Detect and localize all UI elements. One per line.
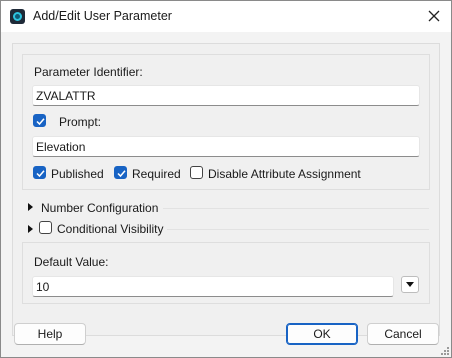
conditional-visibility-label[interactable]: Conditional Visibility <box>57 222 164 236</box>
section-divider <box>167 229 429 230</box>
resize-grip-icon[interactable] <box>440 346 450 356</box>
prompt-input[interactable]: Elevation <box>32 136 420 157</box>
required-checkbox[interactable] <box>114 166 127 179</box>
required-label: Required <box>132 167 181 181</box>
dialog-window: Add/Edit User Parameter Parameter Identi… <box>0 0 452 358</box>
dialog-body: Parameter Identifier: ZVALATTR Prompt: E… <box>1 32 451 357</box>
checkmark-icon <box>36 170 45 178</box>
prompt-checkbox[interactable] <box>33 114 46 127</box>
disable-attribute-checkbox[interactable] <box>190 166 203 179</box>
published-checkbox[interactable] <box>33 166 46 179</box>
prompt-label: Prompt: <box>59 115 102 129</box>
checkmark-icon <box>36 118 45 126</box>
close-button[interactable] <box>421 4 447 28</box>
help-button[interactable]: Help <box>14 323 86 345</box>
parameter-identifier-input[interactable]: ZVALATTR <box>32 85 420 106</box>
expand-triangle-icon[interactable] <box>28 225 33 233</box>
window-title: Add/Edit User Parameter <box>33 9 172 23</box>
disable-attribute-label: Disable Attribute Assignment <box>208 167 361 181</box>
ok-button[interactable]: OK <box>286 323 358 345</box>
expand-triangle-icon[interactable] <box>28 203 33 211</box>
checkmark-icon <box>117 170 126 178</box>
conditional-visibility-checkbox[interactable] <box>39 221 52 234</box>
close-icon <box>428 10 440 22</box>
section-divider <box>163 208 429 209</box>
default-value-dropdown-button[interactable] <box>401 276 419 293</box>
cancel-button[interactable]: Cancel <box>367 323 439 345</box>
default-value-label: Default Value: <box>34 255 109 269</box>
number-configuration-label[interactable]: Number Configuration <box>41 201 158 215</box>
default-value-input[interactable]: 10 <box>32 276 394 297</box>
title-bar[interactable]: Add/Edit User Parameter <box>1 1 451 32</box>
published-label: Published <box>51 167 104 181</box>
app-logo-icon <box>10 9 25 24</box>
dropdown-arrow-icon <box>406 282 414 287</box>
parameter-identifier-label: Parameter Identifier: <box>34 65 143 79</box>
